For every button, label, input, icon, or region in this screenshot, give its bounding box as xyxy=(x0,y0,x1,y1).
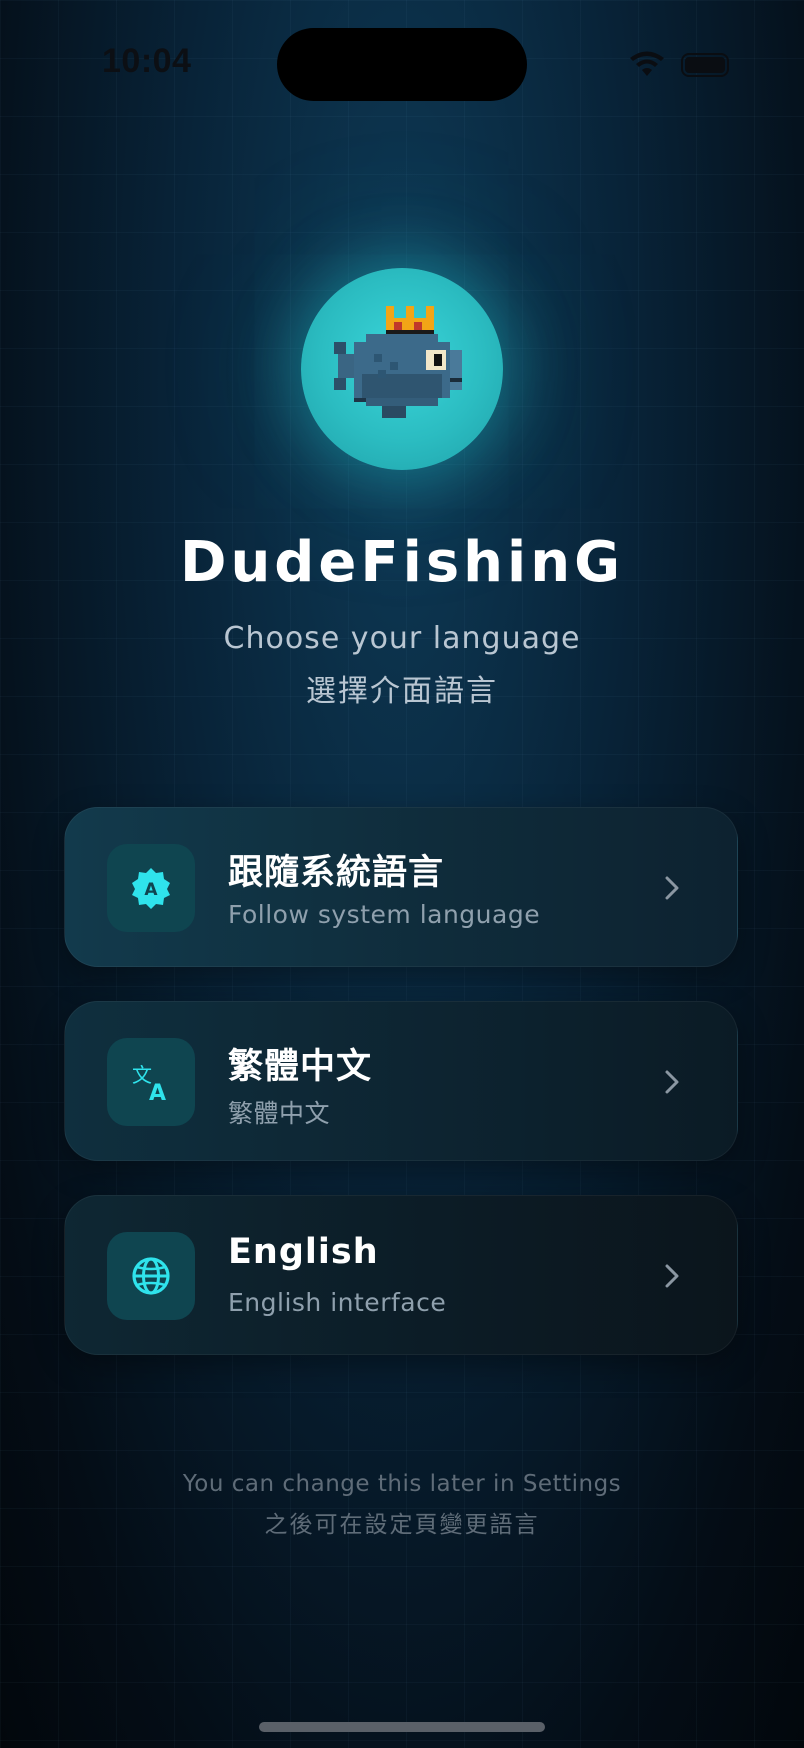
home-indicator[interactable] xyxy=(259,1722,545,1732)
subtitle-english: Choose your language xyxy=(223,621,581,656)
option-title: 繁體中文 xyxy=(228,1047,373,1087)
subtitle-chinese: 選擇介面語言 xyxy=(306,674,498,709)
option-follow-system[interactable]: A 跟隨系統語言 Follow system language xyxy=(64,807,738,967)
dynamic-island xyxy=(277,28,527,101)
option-subtitle: 繁體中文 xyxy=(228,1099,331,1128)
option-subtitle: English interface xyxy=(228,1288,447,1317)
auto-language-badge-icon: A xyxy=(132,868,170,909)
option-english[interactable]: English English interface xyxy=(64,1195,738,1355)
battery-icon xyxy=(681,53,729,77)
status-bar: 10:04 xyxy=(0,0,804,130)
option-title: 跟隨系統語言 xyxy=(228,853,445,893)
footer-note-english: You can change this later in Settings xyxy=(182,1471,622,1497)
option-traditional-chinese[interactable]: 文 A 繁體中文 繁體中文 xyxy=(64,1001,738,1161)
chevron-right-icon xyxy=(665,1070,679,1094)
svg-text:A: A xyxy=(144,880,158,900)
app-title: DudeFishinG xyxy=(179,530,625,595)
globe-icon xyxy=(132,1257,170,1295)
option-title: English xyxy=(228,1232,379,1272)
option-icon-box: A xyxy=(107,844,195,932)
option-icon-box xyxy=(107,1232,195,1320)
status-time: 10:04 xyxy=(102,42,192,80)
wifi-icon xyxy=(630,51,664,76)
crowned-fish-icon xyxy=(334,306,462,418)
footer-note-chinese: 之後可在設定頁變更語言 xyxy=(264,1512,540,1538)
option-icon-box: 文 A xyxy=(107,1038,195,1126)
app-logo xyxy=(301,268,503,470)
translate-icon: 文 A xyxy=(132,1063,166,1104)
option-subtitle: Follow system language xyxy=(228,900,541,929)
chevron-right-icon xyxy=(665,1264,679,1288)
svg-text:A: A xyxy=(149,1081,166,1104)
chevron-right-icon xyxy=(665,876,679,900)
